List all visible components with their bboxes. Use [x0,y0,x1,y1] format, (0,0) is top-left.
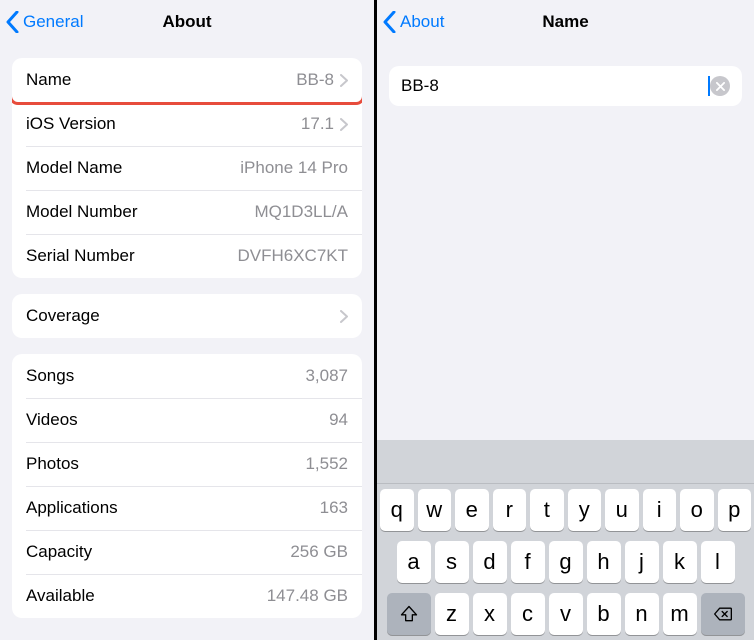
key-y[interactable]: y [568,489,602,531]
key-a[interactable]: a [397,541,431,583]
shift-key[interactable] [387,593,431,635]
photos-value: 1,552 [305,454,348,474]
videos-value: 94 [329,410,348,430]
key-u[interactable]: u [605,489,639,531]
videos-row: Videos 94 [12,398,362,442]
key-r[interactable]: r [493,489,527,531]
songs-value: 3,087 [305,366,348,386]
keyboard-candidates-bar[interactable] [377,444,754,484]
chevron-left-icon [6,11,19,33]
key-t[interactable]: t [530,489,564,531]
back-label: About [400,12,444,32]
chevron-right-icon [340,74,348,87]
ios-value: 17.1 [301,114,334,134]
about-screen: General About Name BB-8 iOS Version 17.1 [0,0,377,640]
serial-value: DVFH6XC7KT [237,246,348,266]
navbar-name: About Name [377,0,754,44]
key-z[interactable]: z [435,593,469,635]
keyboard-row-2: asdfghjkl [377,536,754,588]
applications-row: Applications 163 [12,486,362,530]
model-name-label: Model Name [26,158,122,178]
page-title: About [162,12,211,32]
coverage-group: Coverage [12,294,362,338]
key-h[interactable]: h [587,541,621,583]
name-label: Name [26,70,71,90]
coverage-label: Coverage [26,306,100,326]
name-row[interactable]: Name BB-8 [12,58,362,102]
available-label: Available [26,586,95,606]
delete-icon [713,604,733,624]
back-button-general[interactable]: General [6,0,83,44]
back-label: General [23,12,83,32]
key-w[interactable]: w [418,489,452,531]
shift-icon [399,604,419,624]
name-value: BB-8 [296,70,334,90]
delete-key[interactable] [701,593,745,635]
capacity-label: Capacity [26,542,92,562]
model-name-value: iPhone 14 Pro [240,158,348,178]
name-edit-screen: About Name BB-8 qwertyuiop asdfghjkl zxc… [377,0,754,640]
available-value: 147.48 GB [267,586,348,606]
keyboard-row-3: zxcvbnm [377,588,754,640]
key-p[interactable]: p [718,489,752,531]
key-s[interactable]: s [435,541,469,583]
key-o[interactable]: o [680,489,714,531]
clear-text-button[interactable] [710,76,730,96]
chevron-left-icon [383,11,396,33]
keyboard-row-1: qwertyuiop [377,484,754,536]
model-name-row: Model Name iPhone 14 Pro [12,146,362,190]
keyboard: qwertyuiop asdfghjkl zxcvbnm [377,440,754,640]
storage-group: Songs 3,087 Videos 94 Photos 1,552 Appli… [12,354,362,618]
apps-label: Applications [26,498,118,518]
key-e[interactable]: e [455,489,489,531]
serial-number-row: Serial Number DVFH6XC7KT [12,234,362,278]
key-q[interactable]: q [380,489,414,531]
capacity-value: 256 GB [290,542,348,562]
key-g[interactable]: g [549,541,583,583]
capacity-row: Capacity 256 GB [12,530,362,574]
name-input[interactable]: BB-8 [401,76,707,96]
key-l[interactable]: l [701,541,735,583]
photos-row: Photos 1,552 [12,442,362,486]
about-info-group: Name BB-8 iOS Version 17.1 Model Name iP… [12,58,362,278]
key-i[interactable]: i [643,489,677,531]
xmark-icon [716,82,725,91]
key-j[interactable]: j [625,541,659,583]
key-b[interactable]: b [587,593,621,635]
key-d[interactable]: d [473,541,507,583]
model-number-value: MQ1D3LL/A [254,202,348,222]
key-c[interactable]: c [511,593,545,635]
coverage-row[interactable]: Coverage [12,294,362,338]
name-input-row: BB-8 [389,66,742,106]
ios-label: iOS Version [26,114,116,134]
key-f[interactable]: f [511,541,545,583]
serial-label: Serial Number [26,246,135,266]
key-n[interactable]: n [625,593,659,635]
page-title: Name [542,12,588,32]
available-row: Available 147.48 GB [12,574,362,618]
videos-label: Videos [26,410,78,430]
key-v[interactable]: v [549,593,583,635]
key-k[interactable]: k [663,541,697,583]
ios-version-row[interactable]: iOS Version 17.1 [12,102,362,146]
songs-row: Songs 3,087 [12,354,362,398]
photos-label: Photos [26,454,79,474]
model-number-label: Model Number [26,202,138,222]
model-number-row: Model Number MQ1D3LL/A [12,190,362,234]
back-button-about[interactable]: About [383,0,444,44]
chevron-right-icon [340,310,348,323]
songs-label: Songs [26,366,74,386]
chevron-right-icon [340,118,348,131]
apps-value: 163 [320,498,348,518]
key-m[interactable]: m [663,593,697,635]
key-x[interactable]: x [473,593,507,635]
navbar-about: General About [0,0,374,44]
